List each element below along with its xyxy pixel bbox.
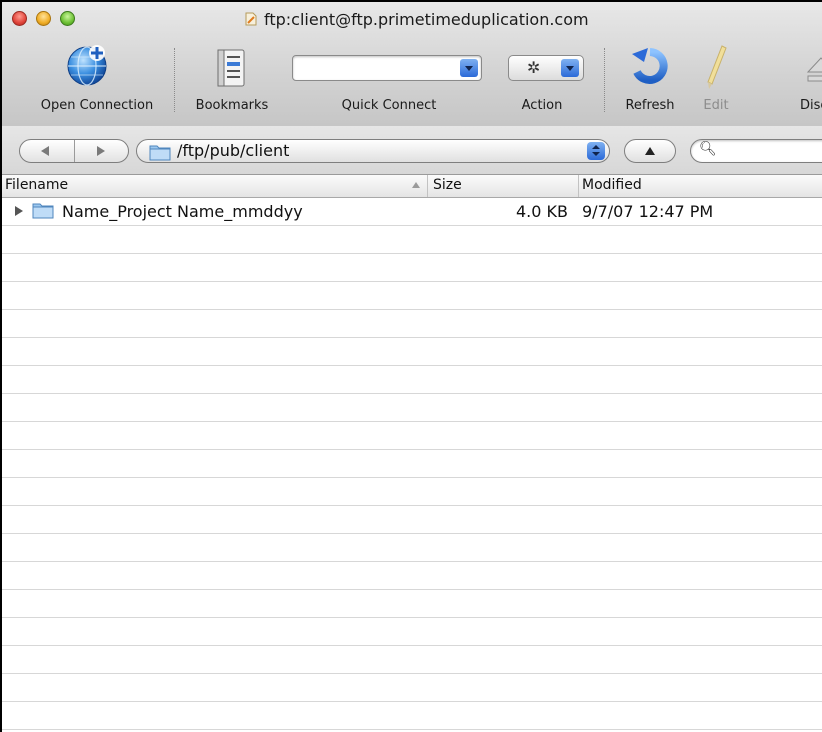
- column-header-size[interactable]: Size: [433, 177, 462, 193]
- globe-plus-icon: [67, 45, 107, 86]
- window-title: ftp:client@ftp.primetimeduplication.com: [264, 10, 589, 29]
- toolbar-separator: [604, 48, 605, 112]
- filter-search-field[interactable]: 🔍︎: [690, 139, 822, 163]
- empty-row: [2, 534, 822, 562]
- close-window-button[interactable]: [12, 11, 27, 26]
- folder-icon: [149, 145, 171, 161]
- ftp-browser-window: ftp:client@ftp.primetimeduplication.com: [0, 0, 822, 732]
- empty-row: [2, 562, 822, 590]
- empty-row: [2, 590, 822, 618]
- segment-divider: [74, 140, 75, 162]
- filename-cell: Name_Project Name_mmddyy: [62, 202, 303, 221]
- search-icon: 🔍︎: [699, 141, 717, 157]
- empty-row: [2, 674, 822, 702]
- path-bar: /ftp/pub/client 🔍︎: [2, 126, 822, 175]
- edit-label: Edit: [703, 98, 729, 113]
- empty-row: [2, 478, 822, 506]
- open-connection-button[interactable]: Open Connection: [40, 42, 154, 118]
- empty-row: [2, 422, 822, 450]
- empty-row: [2, 226, 822, 254]
- disconnect-label: Disco: [800, 98, 822, 113]
- back-arrow-icon[interactable]: [41, 146, 49, 156]
- navigation-segmented-control: [19, 139, 129, 163]
- sort-ascending-icon: [412, 182, 420, 188]
- table-header: Filename Size Modified: [2, 175, 822, 198]
- eject-icon: [806, 57, 822, 82]
- empty-row: [2, 366, 822, 394]
- column-divider[interactable]: [427, 175, 428, 197]
- edit-button[interactable]: Edit: [694, 42, 738, 118]
- quick-connect-dropdown-icon[interactable]: [460, 59, 478, 77]
- bookmarks-icon: [217, 49, 245, 87]
- parent-directory-button[interactable]: [624, 139, 676, 163]
- title-toolbar: ftp:client@ftp.primetimeduplication.com: [2, 2, 822, 127]
- disclosure-triangle-icon[interactable]: [15, 206, 23, 216]
- size-cell: 4.0 KB: [516, 202, 568, 221]
- document-icon: [245, 12, 257, 26]
- table-row[interactable]: Name_Project Name_mmddyy 4.0 KB 9/7/07 1…: [2, 198, 822, 226]
- file-browser-table: Filename Size Modified Name_Project Name…: [2, 175, 822, 732]
- refresh-button[interactable]: Refresh: [616, 42, 686, 118]
- column-divider[interactable]: [578, 175, 579, 197]
- toolbar-separator: [174, 48, 175, 112]
- column-header-filename[interactable]: Filename: [5, 177, 68, 193]
- path-popup-button[interactable]: /ftp/pub/client: [136, 139, 610, 163]
- column-header-modified[interactable]: Modified: [582, 177, 642, 193]
- pencil-icon: [707, 45, 727, 89]
- empty-row: [2, 310, 822, 338]
- empty-row: [2, 450, 822, 478]
- modified-cell: 9/7/07 12:47 PM: [582, 202, 714, 221]
- folder-icon: [32, 203, 54, 219]
- action-item: Action: [512, 42, 582, 118]
- path-stepper-icon: [587, 142, 605, 160]
- bookmarks-label: Bookmarks: [195, 98, 269, 113]
- zoom-window-button[interactable]: [60, 11, 75, 26]
- empty-row: [2, 338, 822, 366]
- empty-row: [2, 646, 822, 674]
- file-list: Name_Project Name_mmddyy 4.0 KB 9/7/07 1…: [2, 198, 822, 730]
- empty-row: [2, 506, 822, 534]
- open-connection-label: Open Connection: [40, 98, 154, 113]
- bookmarks-button[interactable]: Bookmarks: [187, 42, 277, 118]
- forward-arrow-icon[interactable]: [97, 146, 105, 156]
- empty-row: [2, 254, 822, 282]
- quick-connect-item: Quick Connect: [332, 42, 452, 118]
- minimize-window-button[interactable]: [36, 11, 51, 26]
- empty-row: [2, 618, 822, 646]
- disconnect-button[interactable]: Disco: [772, 42, 822, 118]
- empty-row: [2, 702, 822, 730]
- refresh-label: Refresh: [625, 98, 675, 113]
- refresh-icon: [632, 48, 668, 84]
- quick-connect-label: Quick Connect: [341, 98, 437, 113]
- empty-row: [2, 282, 822, 310]
- action-label: Action: [521, 98, 563, 113]
- current-path: /ftp/pub/client: [177, 141, 290, 160]
- empty-row: [2, 394, 822, 422]
